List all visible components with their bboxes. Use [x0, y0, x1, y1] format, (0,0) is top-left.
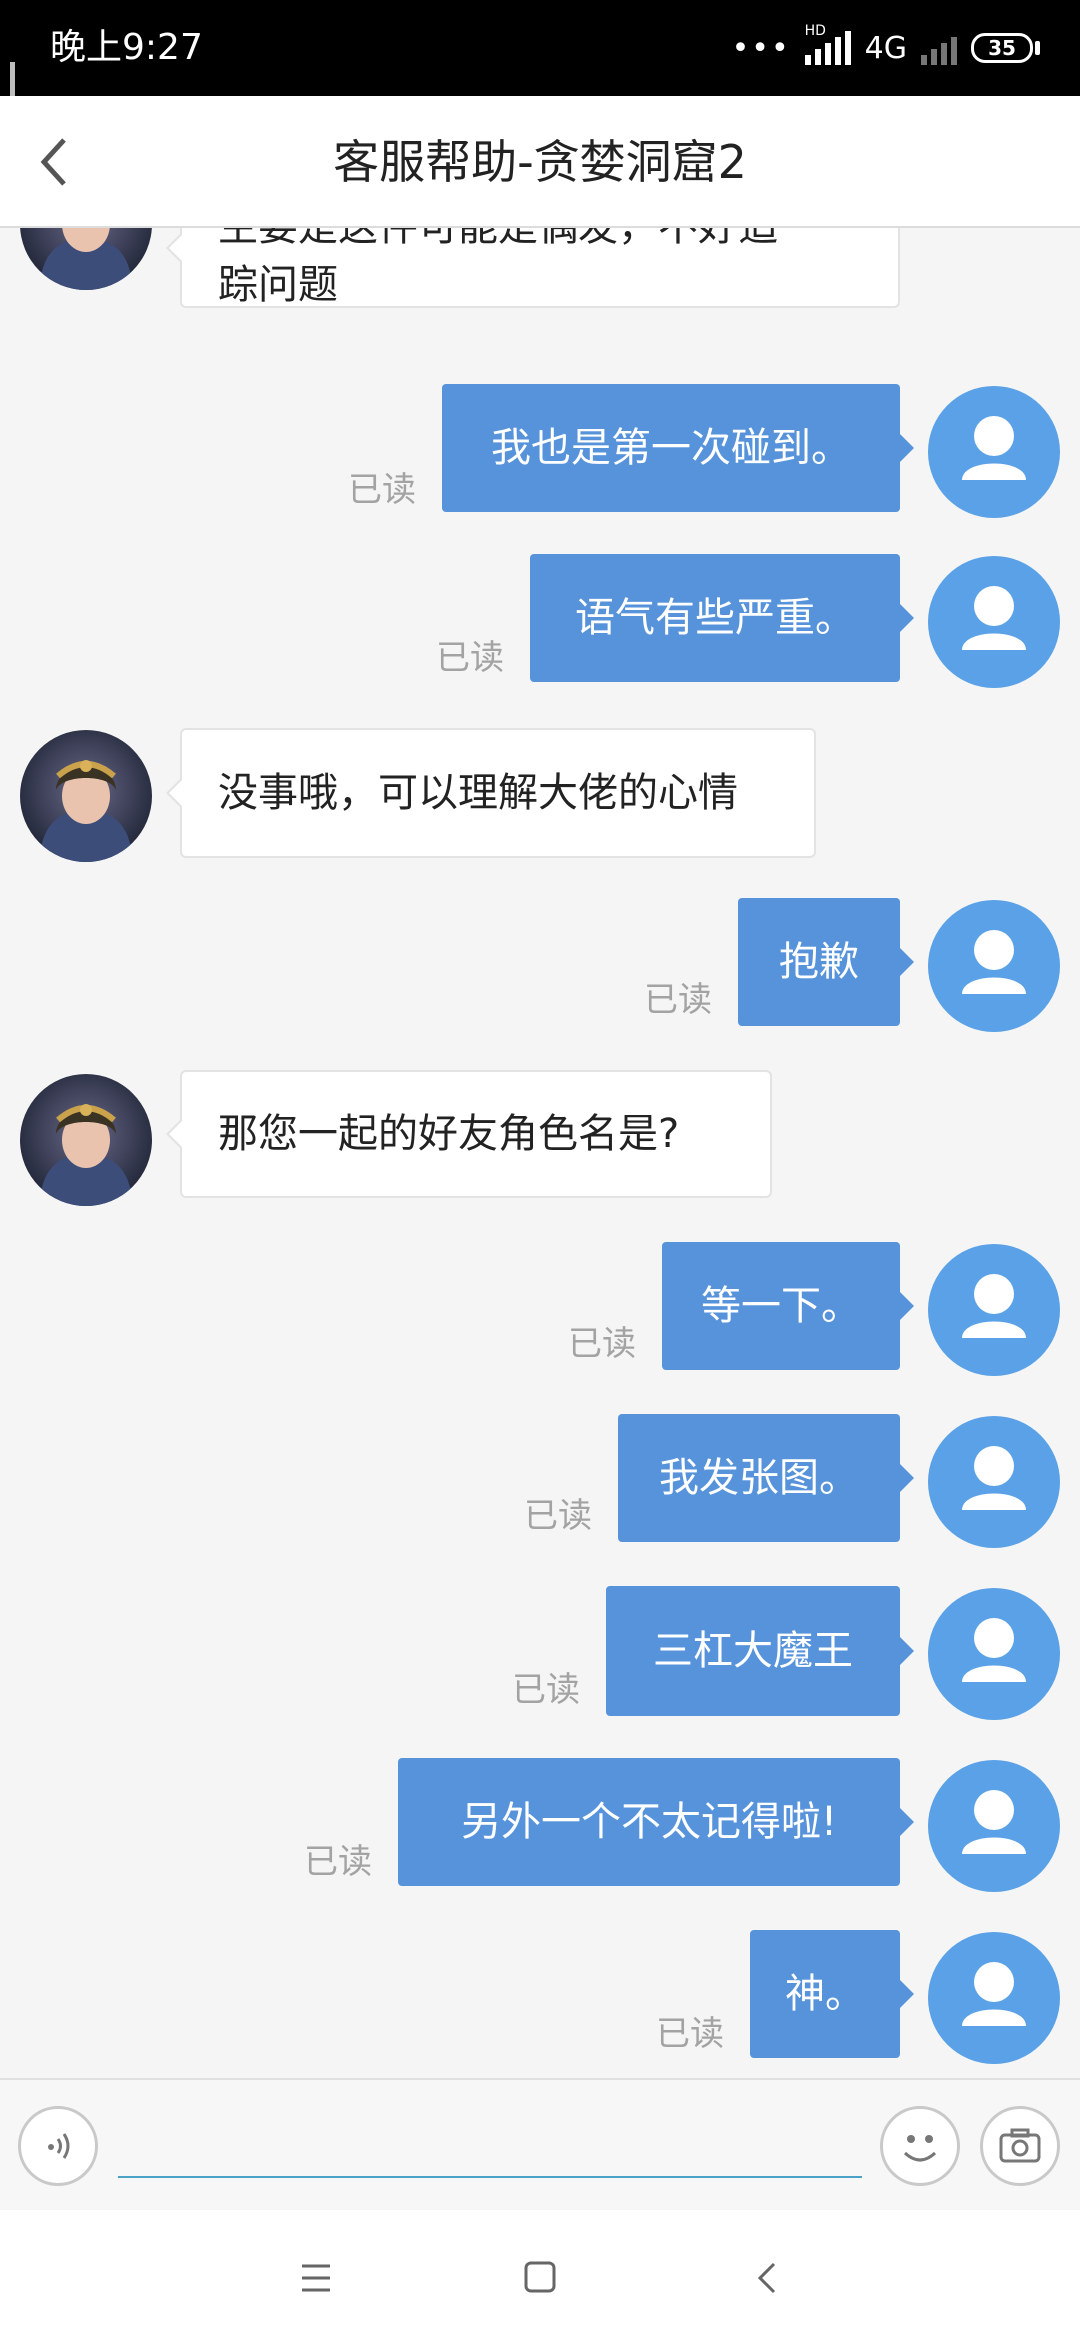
read-status: 已读 [348, 470, 416, 510]
message-text: 三杠大魔王 [653, 1628, 853, 1674]
camera-icon [999, 2128, 1041, 2163]
signal-icon-2 [921, 31, 957, 65]
message-text: 抱歉 [779, 939, 859, 985]
emoji-button[interactable] [880, 2106, 960, 2186]
message-bubble-user[interactable]: 语气有些严重。 [530, 554, 914, 682]
message-bubble-user[interactable]: 我也是第一次碰到。 [442, 384, 914, 512]
message-text: 踪问题 [218, 262, 338, 308]
status-time: 晚上9:27 [50, 27, 203, 68]
status-bar: 晚上9:27 ••• HD 4G 35 [0, 0, 1080, 96]
message-bubble-user[interactable]: 抱歉 [738, 898, 914, 1026]
person-icon [962, 1274, 1026, 1338]
user-avatar[interactable] [928, 556, 1060, 688]
message-bubble-user[interactable]: 另外一个不太记得啦! [398, 1758, 914, 1886]
message-bubble-user[interactable]: 等一下。 [662, 1242, 914, 1370]
message-text: 我也是第一次碰到。 [491, 425, 851, 471]
page-title: 客服帮助-贪婪洞窟2 [333, 135, 747, 189]
user-avatar[interactable] [928, 386, 1060, 518]
message-text: 另外一个不太记得啦! [460, 1799, 838, 1845]
camera-button[interactable] [980, 2106, 1060, 2186]
chat-area[interactable]: 主要是这件可能是偶发，不好追 踪问题 已读 我也是第一次碰到。 已读 语气有些严… [0, 228, 1080, 2078]
read-status: 已读 [304, 1842, 372, 1882]
network-type: 4G [864, 30, 907, 66]
message-text: 主要是这件可能是偶发，不好追 [218, 228, 778, 256]
battery-tip [1035, 41, 1040, 55]
user-avatar[interactable] [928, 1416, 1060, 1548]
hd-label: HD [804, 23, 826, 39]
read-status: 已读 [568, 1324, 636, 1364]
message-text: 语气有些严重。 [575, 595, 855, 641]
read-status: 已读 [524, 1496, 592, 1536]
signal-icon: HD [804, 23, 851, 65]
user-avatar[interactable] [928, 1760, 1060, 1892]
agent-avatar[interactable] [20, 228, 152, 290]
emoji-icon [903, 2135, 937, 2162]
agent-avatar[interactable] [20, 1074, 152, 1206]
person-icon [962, 586, 1026, 650]
message-bubble-agent[interactable]: 主要是这件可能是偶发，不好追 踪问题 [166, 228, 900, 308]
home-button[interactable] [510, 2250, 570, 2306]
home-icon [524, 2261, 556, 2293]
person-icon [962, 1618, 1026, 1682]
menu-icon [302, 2264, 330, 2292]
user-avatar[interactable] [928, 900, 1060, 1032]
message-text: 没事哦，可以理解大佬的心情 [218, 770, 738, 816]
message-bubble-user[interactable]: 神。 [750, 1930, 914, 2058]
message-text: 那您一起的好友角色名是? [218, 1111, 680, 1157]
voice-icon [48, 2133, 70, 2159]
battery-icon: 35 [971, 33, 1033, 63]
user-avatar[interactable] [928, 1244, 1060, 1376]
message-bubble-agent[interactable]: 那您一起的好友角色名是? [166, 1070, 772, 1198]
title-bar: 客服帮助-贪婪洞窟2 [0, 96, 1080, 228]
message-bubble-user[interactable]: 我发张图。 [618, 1414, 914, 1542]
message-text: 神。 [785, 1971, 865, 2017]
message-bubble-user[interactable]: 三杠大魔王 [606, 1586, 914, 1716]
person-icon [962, 930, 1026, 994]
person-icon [962, 1446, 1026, 1510]
person-icon [962, 1790, 1026, 1854]
agent-avatar[interactable] [20, 730, 152, 862]
message-bubble-agent[interactable]: 没事哦，可以理解大佬的心情 [166, 728, 816, 858]
read-status: 已读 [512, 1670, 580, 1710]
status-icons: ••• HD 4G 35 [731, 23, 1040, 72]
read-status: 已读 [644, 980, 712, 1020]
message-text: 等一下。 [701, 1283, 861, 1329]
message-input[interactable] [118, 2116, 862, 2178]
read-status: 已读 [436, 638, 504, 678]
person-icon [962, 1962, 1026, 2026]
message-text: 我发张图。 [659, 1455, 859, 1501]
more-dots-icon: ••• [731, 30, 791, 66]
person-icon [962, 416, 1026, 480]
system-back-button[interactable] [738, 2250, 798, 2306]
user-avatar[interactable] [928, 1932, 1060, 2064]
read-status: 已读 [656, 2014, 724, 2054]
user-avatar[interactable] [928, 1588, 1060, 1720]
system-nav-bar [0, 2210, 1080, 2340]
input-bar [0, 2078, 1080, 2210]
back-icon [757, 2262, 776, 2294]
menu-button[interactable] [286, 2250, 346, 2306]
voice-button[interactable] [18, 2106, 98, 2186]
